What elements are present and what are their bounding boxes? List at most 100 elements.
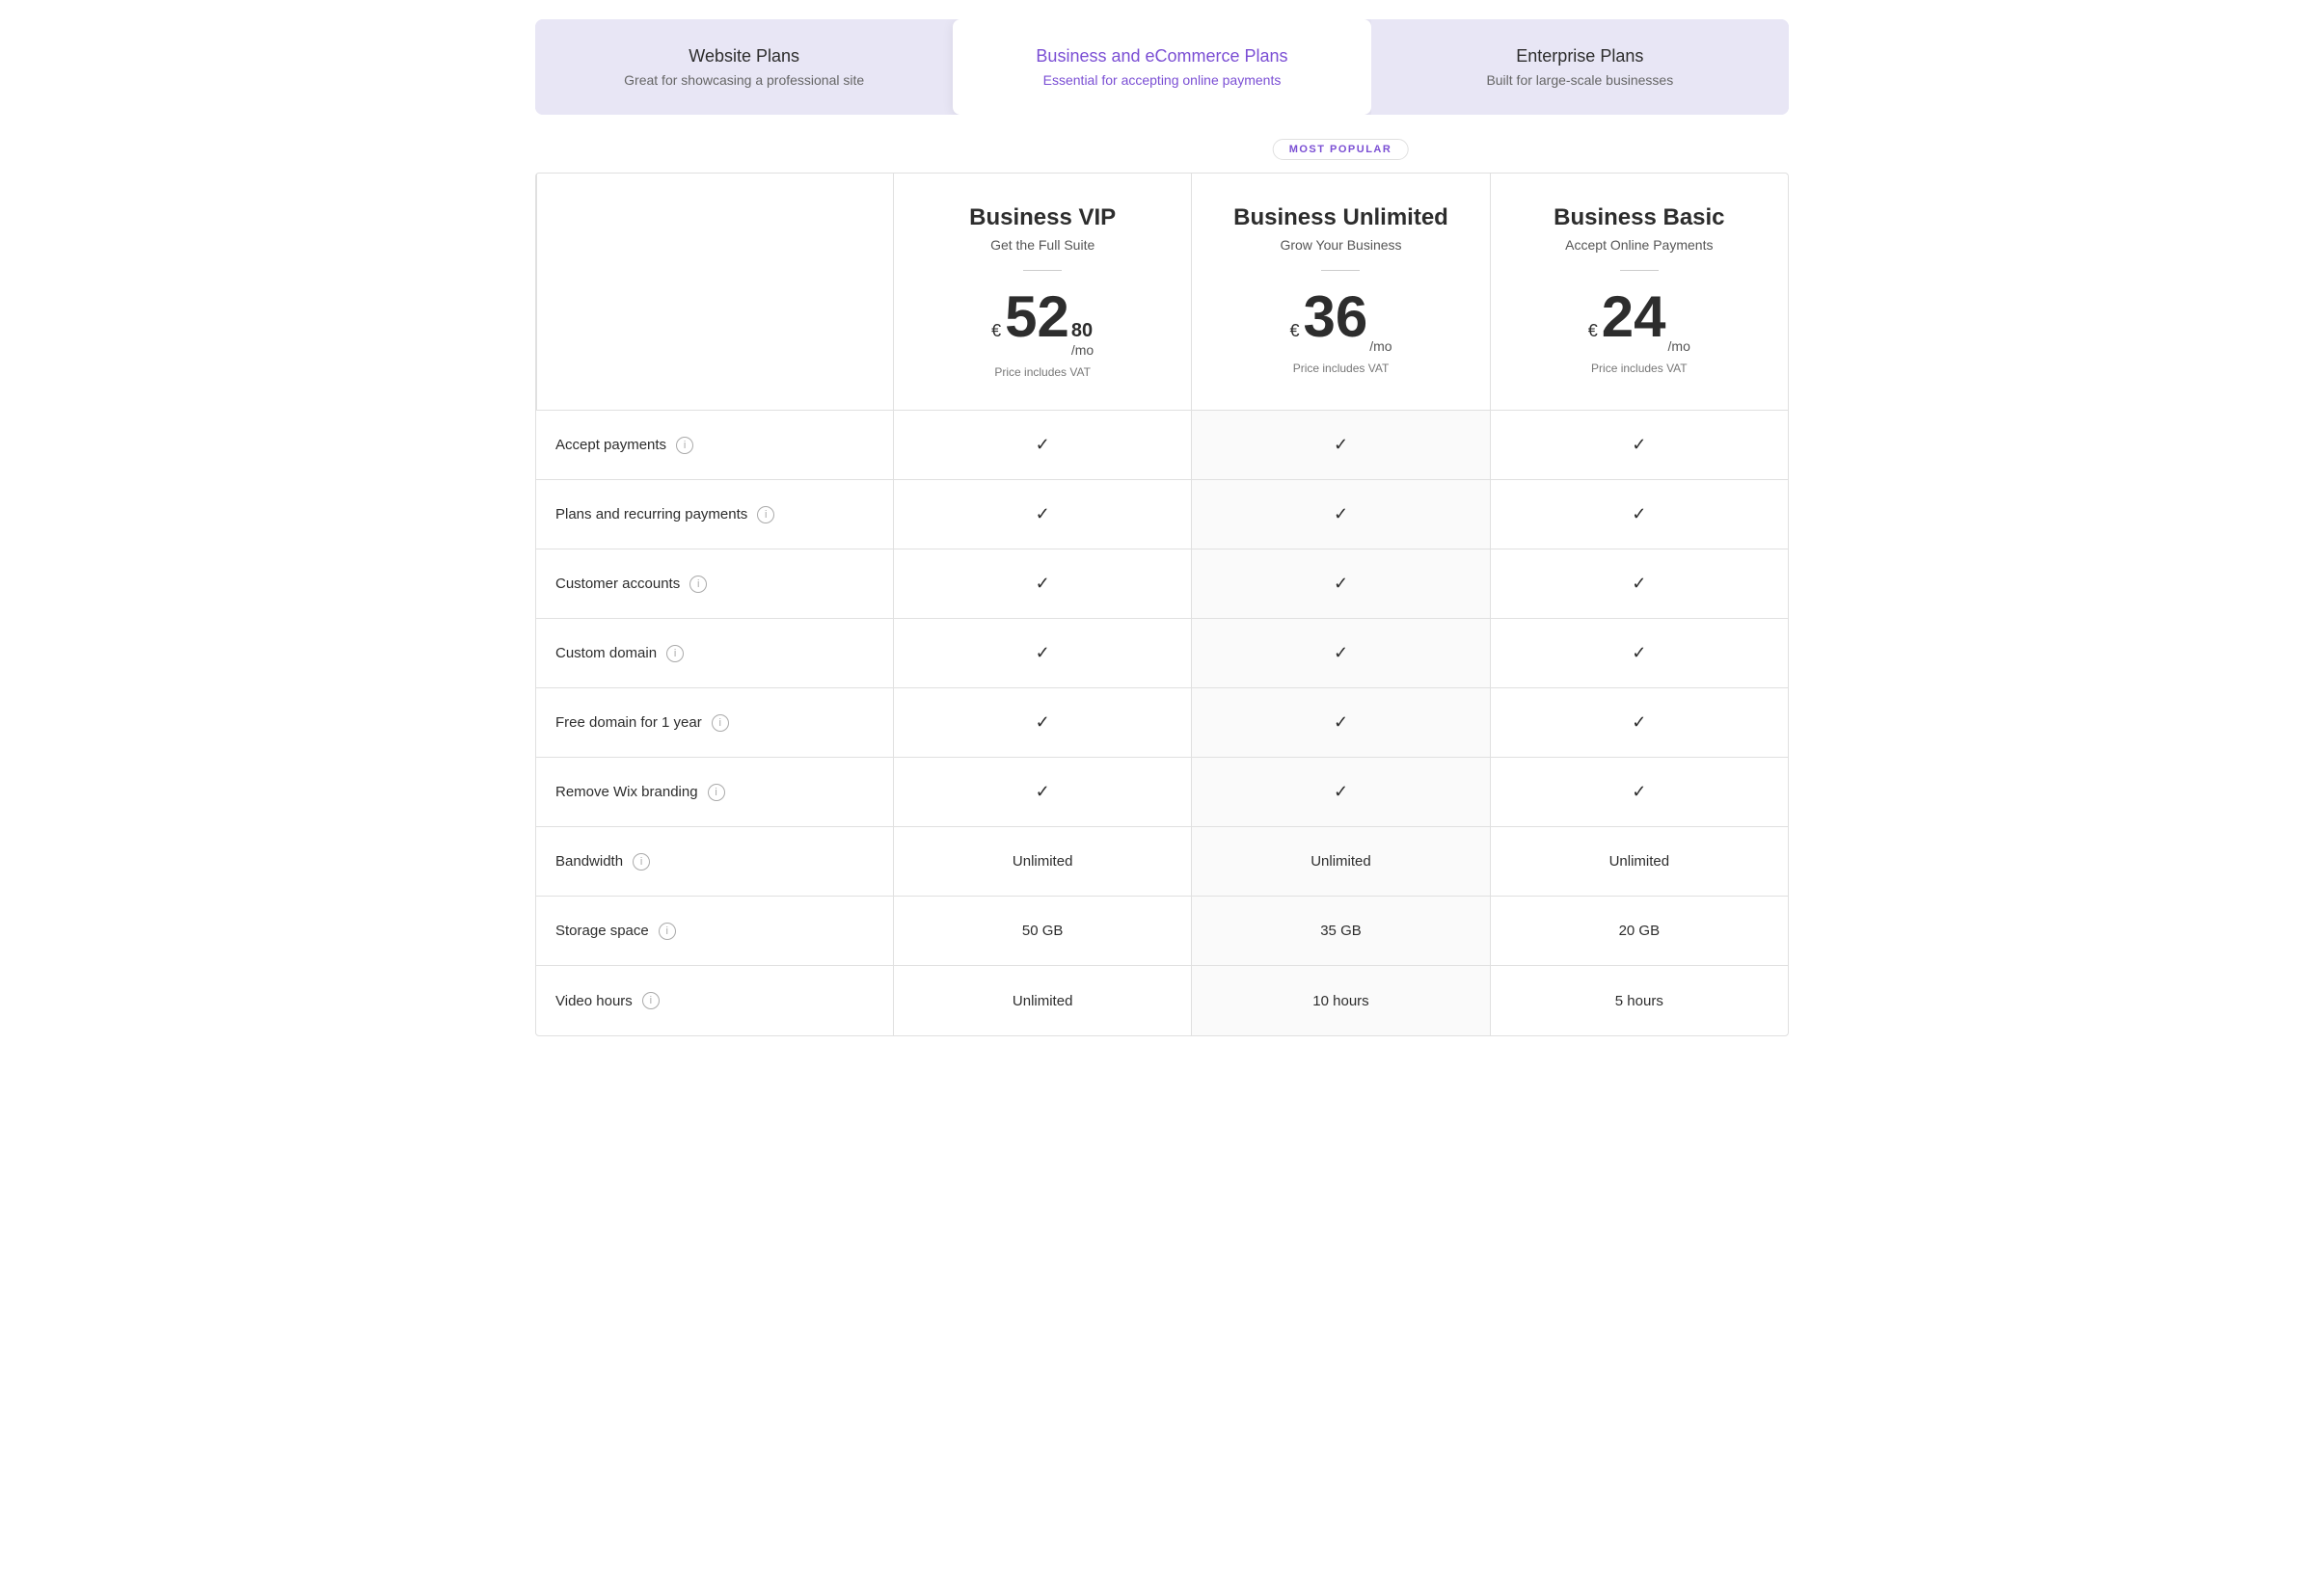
price-cents-mo-basic: /mo xyxy=(1668,336,1690,354)
tab-website-title: Website Plans xyxy=(554,46,933,67)
pricing-table: MOST POPULAR Business VIP Get the Full S… xyxy=(535,173,1789,1036)
price-vat-basic: Price includes VAT xyxy=(1510,362,1769,375)
feature-label-cell-5: Remove Wix branding i xyxy=(536,758,893,826)
tab-website-subtitle: Great for showcasing a professional site xyxy=(554,72,933,88)
feature-value-1-0: ✓ xyxy=(893,480,1191,549)
feature-value-6-1: Unlimited xyxy=(1191,827,1489,896)
feature-value-7-1: 35 GB xyxy=(1191,897,1489,965)
plan-tagline-vip: Get the Full Suite xyxy=(913,237,1172,253)
checkmark-icon: ✓ xyxy=(1334,712,1348,733)
feature-value-1-2: ✓ xyxy=(1490,480,1788,549)
feature-value-3-1: ✓ xyxy=(1191,619,1489,687)
header-empty xyxy=(536,174,893,410)
feature-label-text-0: Accept payments xyxy=(555,437,666,453)
checkmark-icon: ✓ xyxy=(1334,574,1348,594)
feature-label-cell-1: Plans and recurring payments i xyxy=(536,480,893,549)
checkmark-icon: ✓ xyxy=(1036,574,1050,594)
feature-label-cell-0: Accept payments i xyxy=(536,411,893,479)
info-icon-2[interactable]: i xyxy=(689,576,707,593)
feature-label-cell-6: Bandwidth i xyxy=(536,827,893,896)
feature-label-text-4: Free domain for 1 year xyxy=(555,714,702,731)
feature-label-text-7: Storage space xyxy=(555,923,649,939)
feature-label-text-5: Remove Wix branding xyxy=(555,784,698,800)
tab-business-title: Business and eCommerce Plans xyxy=(972,46,1351,67)
feature-value-3-0: ✓ xyxy=(893,619,1191,687)
price-row-basic: € 24 /mo xyxy=(1510,288,1769,354)
plan-tabs: Website Plans Great for showcasing a pro… xyxy=(535,19,1789,115)
tab-enterprise-subtitle: Built for large-scale businesses xyxy=(1391,72,1770,88)
info-icon-4[interactable]: i xyxy=(712,714,729,732)
checkmark-icon: ✓ xyxy=(1334,504,1348,524)
feature-row: Remove Wix branding i ✓ ✓ ✓ xyxy=(536,758,1788,827)
feature-label-text-6: Bandwidth xyxy=(555,853,623,870)
feature-label-cell-2: Customer accountsi xyxy=(536,549,893,618)
feature-value-3-2: ✓ xyxy=(1490,619,1788,687)
checkmark-icon: ✓ xyxy=(1632,435,1646,455)
feature-label-cell-7: Storage space i xyxy=(536,897,893,965)
plan-header-vip: Business VIP Get the Full Suite € 52 80 … xyxy=(893,174,1191,410)
feature-value-0-2: ✓ xyxy=(1490,411,1788,479)
feature-value-5-0: ✓ xyxy=(893,758,1191,826)
info-icon-3[interactable]: i xyxy=(666,645,684,662)
plan-header-basic: Business Basic Accept Online Payments € … xyxy=(1490,174,1788,410)
price-main-unlimited: 36 xyxy=(1303,288,1367,346)
feature-value-6-0: Unlimited xyxy=(893,827,1191,896)
feature-value-2-1: ✓ xyxy=(1191,549,1489,618)
pricing-header-row: MOST POPULAR Business VIP Get the Full S… xyxy=(536,174,1788,411)
feature-value-8-2: 5 hours xyxy=(1490,966,1788,1035)
plan-header-unlimited: Business Unlimited Grow Your Business € … xyxy=(1191,174,1489,410)
checkmark-icon: ✓ xyxy=(1036,435,1050,455)
price-divider-unlimited xyxy=(1321,270,1360,271)
tab-business[interactable]: Business and eCommerce Plans Essential f… xyxy=(953,19,1370,115)
info-icon-1[interactable]: i xyxy=(757,506,774,523)
info-icon-5[interactable]: i xyxy=(708,784,725,801)
most-popular-badge: MOST POPULAR xyxy=(1273,139,1409,160)
tab-business-subtitle: Essential for accepting online payments xyxy=(972,72,1351,88)
checkmark-icon: ✓ xyxy=(1036,712,1050,733)
price-row-unlimited: € 36 /mo xyxy=(1211,288,1470,354)
price-mo-unlimited: /mo xyxy=(1369,338,1392,354)
plan-name-vip: Business VIP xyxy=(913,204,1172,231)
feature-value-7-0: 50 GB xyxy=(893,897,1191,965)
currency-basic: € xyxy=(1588,321,1598,341)
tab-enterprise-title: Enterprise Plans xyxy=(1391,46,1770,67)
price-cents-mo-unlimited: /mo xyxy=(1369,336,1392,354)
price-vat-vip: Price includes VAT xyxy=(913,365,1172,379)
info-icon-7[interactable]: i xyxy=(659,923,676,940)
plan-name-unlimited: Business Unlimited xyxy=(1211,204,1470,231)
checkmark-icon: ✓ xyxy=(1632,782,1646,802)
feature-row: Video hoursiUnlimited10 hours5 hours xyxy=(536,966,1788,1035)
feature-label-text-1: Plans and recurring payments xyxy=(555,506,747,523)
plan-tagline-unlimited: Grow Your Business xyxy=(1211,237,1470,253)
checkmark-icon: ✓ xyxy=(1036,782,1050,802)
feature-value-7-2: 20 GB xyxy=(1490,897,1788,965)
feature-value-1-1: ✓ xyxy=(1191,480,1489,549)
feature-row: Custom domain i ✓ ✓ ✓ xyxy=(536,619,1788,688)
price-mo-basic: /mo xyxy=(1668,338,1690,354)
checkmark-icon: ✓ xyxy=(1036,643,1050,663)
tab-website[interactable]: Website Plans Great for showcasing a pro… xyxy=(535,19,953,115)
info-icon-6[interactable]: i xyxy=(633,853,650,871)
feature-row: Plans and recurring payments i ✓ ✓ ✓ xyxy=(536,480,1788,549)
price-divider-vip xyxy=(1023,270,1062,271)
info-icon-8[interactable]: i xyxy=(642,992,660,1009)
feature-row: Customer accountsi✓✓✓ xyxy=(536,549,1788,619)
price-divider-basic xyxy=(1620,270,1659,271)
feature-row: Accept payments i ✓ ✓ ✓ xyxy=(536,411,1788,480)
feature-value-0-1: ✓ xyxy=(1191,411,1489,479)
tab-enterprise[interactable]: Enterprise Plans Built for large-scale b… xyxy=(1371,19,1789,115)
checkmark-icon: ✓ xyxy=(1632,643,1646,663)
price-cents-mo-vip: 80 /mo xyxy=(1071,321,1094,358)
feature-value-8-0: Unlimited xyxy=(893,966,1191,1035)
feature-row: Storage space i 50 GB35 GB20 GB xyxy=(536,897,1788,966)
info-icon-0[interactable]: i xyxy=(676,437,693,454)
plan-tagline-basic: Accept Online Payments xyxy=(1510,237,1769,253)
feature-rows: Accept paymentsi✓✓✓Plans and recurring p… xyxy=(536,411,1788,1035)
price-row-vip: € 52 80 /mo xyxy=(913,288,1172,358)
currency-unlimited: € xyxy=(1289,321,1299,341)
feature-value-4-2: ✓ xyxy=(1490,688,1788,757)
price-cents-vip: 80 xyxy=(1071,321,1093,340)
checkmark-icon: ✓ xyxy=(1334,782,1348,802)
checkmark-icon: ✓ xyxy=(1632,712,1646,733)
feature-label-text-3: Custom domain xyxy=(555,645,657,661)
